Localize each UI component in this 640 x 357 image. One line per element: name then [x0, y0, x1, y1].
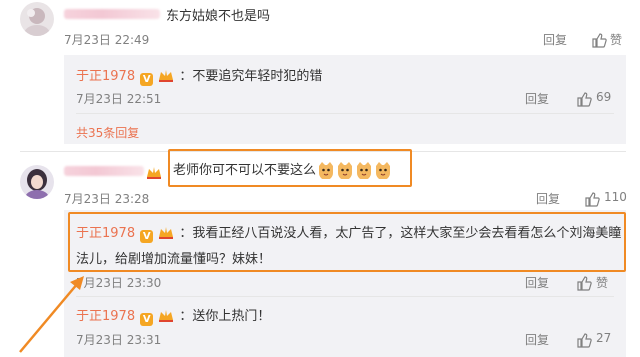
arrow-annotation	[19, 276, 84, 353]
